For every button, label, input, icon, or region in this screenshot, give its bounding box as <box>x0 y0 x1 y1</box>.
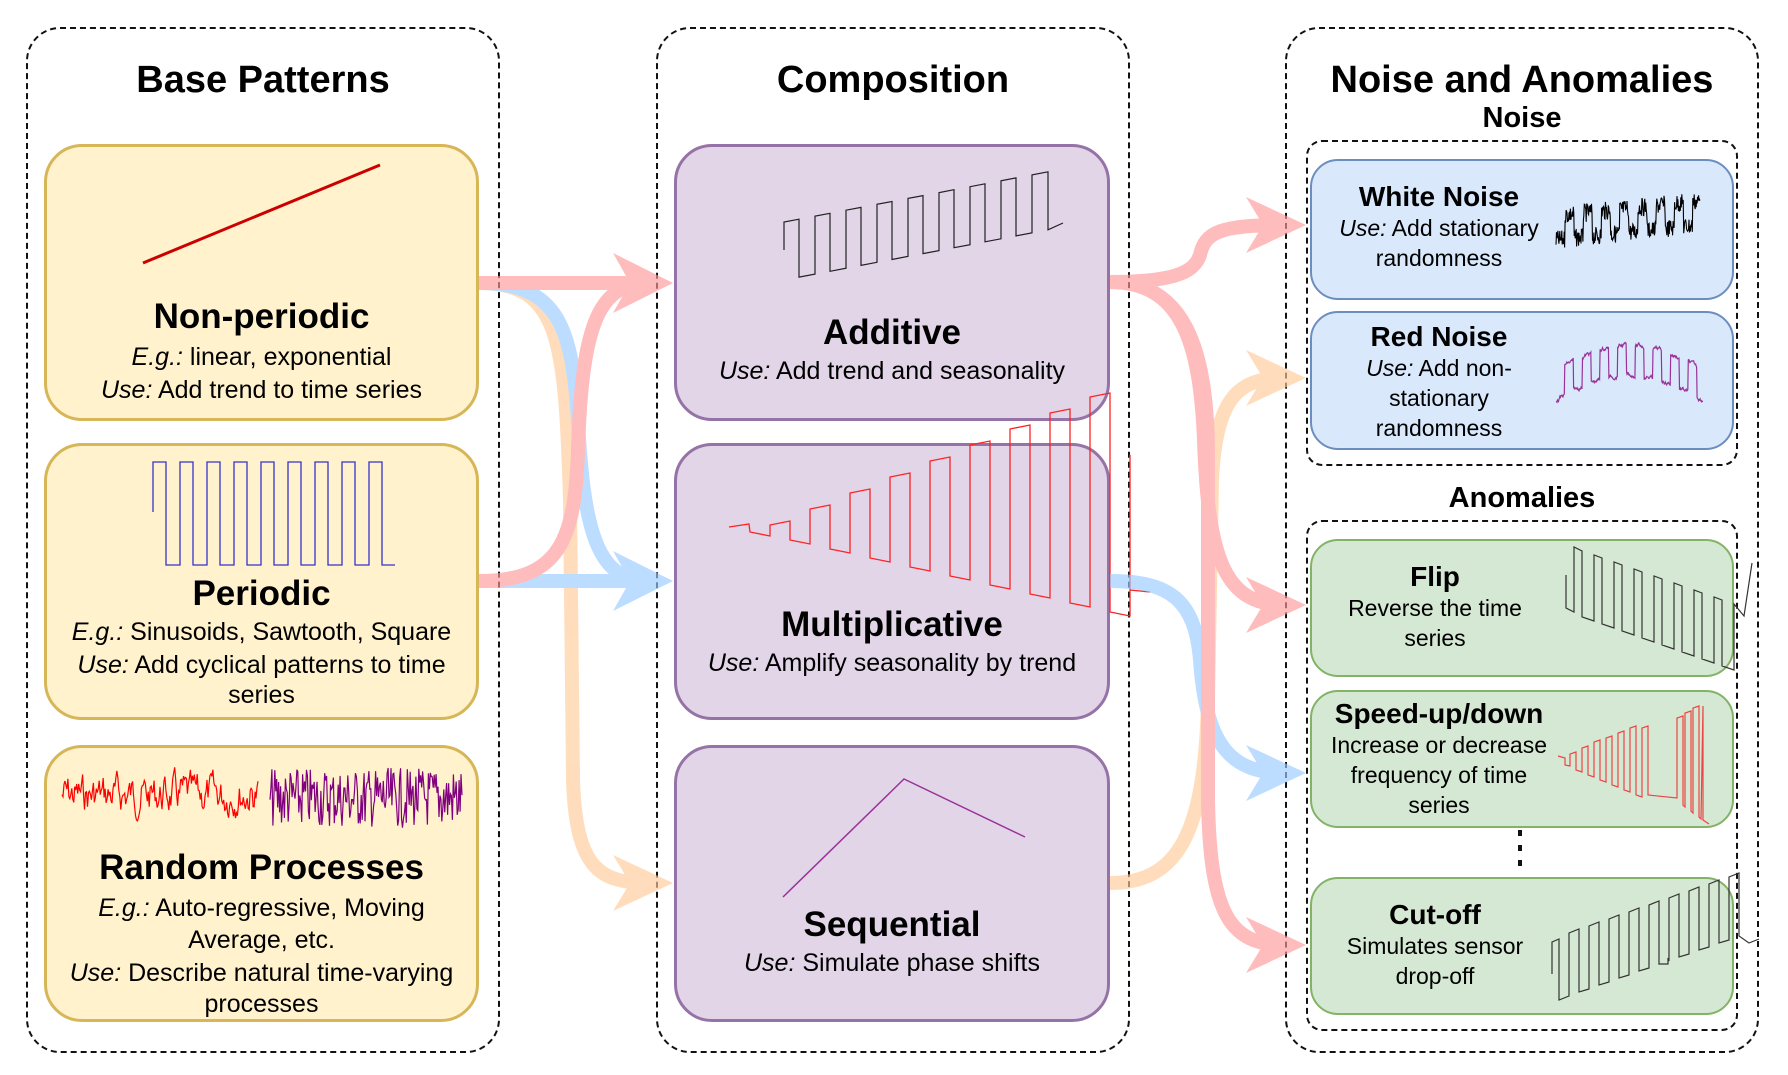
eg-text: Auto-regressive, Moving <box>149 894 425 922</box>
speed-up-down-box: Speed-up/down Increase or decrease frequ… <box>1310 690 1734 828</box>
box-title: Speed-up/down <box>1334 698 1544 729</box>
periodic-box: Periodic E.g.: Sinusoids, Sawtooth, Squa… <box>44 443 479 720</box>
box-example: E.g.: Sinusoids, Sawtooth, Square <box>47 616 476 649</box>
box-desc: Reverse the time <box>1348 595 1522 621</box>
cut-off-box: Cut-off Simulates sensor drop-off <box>1310 877 1734 1015</box>
box-text: White Noise Use: Add stationary randomne… <box>1312 181 1566 273</box>
arrow-additive-to-flip <box>1109 275 1286 612</box>
multiplicative-box: Multiplicative Use: Amplify seasonality … <box>674 443 1110 720</box>
box-title: White Noise <box>1358 181 1520 212</box>
eg-text: Sinusoids, Sawtooth, Square <box>123 618 452 646</box>
use-label: Use: <box>707 649 760 677</box>
use-label: Use: <box>77 651 129 679</box>
box-example: E.g.: Auto-regressive, Moving <box>47 892 476 925</box>
white-noise-box: White Noise Use: Add stationary randomne… <box>1310 159 1734 300</box>
arrow-nonperiodic-to-sequential <box>478 276 651 890</box>
use-text: Add trend to time series <box>152 376 422 404</box>
box-use-cont: randomness <box>1375 415 1503 441</box>
box-text: Speed-up/down Increase or decrease frequ… <box>1312 698 1566 820</box>
box-use: Use: Add cyclical patterns to time <box>47 649 476 682</box>
box-desc: Simulates sensor <box>1346 933 1524 959</box>
eg-label: E.g.: <box>98 894 150 922</box>
box-use: Use: Add trend and seasonality <box>677 355 1107 388</box>
additive-box: Additive Use: Add trend and seasonality <box>674 144 1110 421</box>
box-use-cont: series <box>228 681 295 709</box>
use-text: Add cyclical patterns to time <box>128 651 446 679</box>
box-title: Additive <box>822 313 962 352</box>
box-title: Sequential <box>803 905 981 944</box>
eg-label: E.g.: <box>131 343 183 371</box>
anomalies-subtitle: Anomalies <box>1448 482 1596 514</box>
box-title: Non-periodic <box>153 297 370 336</box>
arrow-additive-to-cutoff <box>1109 275 1286 952</box>
box-text: Cut-off Simulates sensor drop-off <box>1312 899 1558 991</box>
use-label: Use: <box>1366 355 1414 381</box>
sequential-box: Sequential Use: Simulate phase shifts <box>674 745 1110 1022</box>
arrow-multiplicative-to-speed <box>1109 574 1286 780</box>
box-text: Red Noise Use: Add non- stationary rando… <box>1312 321 1566 443</box>
box-use: Use: Describe natural time-varying <box>47 957 476 990</box>
box-title: Flip <box>1410 561 1460 592</box>
eg-label: E.g.: <box>71 618 124 646</box>
box-desc-cont: frequency of time <box>1350 762 1528 788</box>
box-title: Red Noise <box>1370 321 1508 352</box>
box-use: Use: Simulate phase shifts <box>677 947 1107 980</box>
box-example: E.g.: linear, exponential <box>47 341 476 374</box>
use-label: Use: <box>718 357 771 385</box>
arrow-nonperiodic-to-multiplicative <box>478 276 651 588</box>
box-use-cont: stationary <box>1389 385 1489 411</box>
box-use-cont: randomness <box>1375 245 1503 271</box>
use-text: Amplify seasonality by trend <box>759 649 1077 677</box>
use-label: Use: <box>1339 215 1387 241</box>
panel-title: Composition <box>776 59 1010 101</box>
box-example-cont: Average, etc. <box>188 926 335 954</box>
ellipsis-dots <box>1518 830 1522 875</box>
eg-text: linear, exponential <box>182 343 392 371</box>
use-text: Add non- <box>1413 355 1512 381</box>
use-text: Simulate phase shifts <box>795 949 1040 977</box>
panel-title: Noise and Anomalies <box>1330 59 1714 101</box>
box-use-cont: processes <box>204 990 319 1018</box>
box-title: Random Processes <box>99 848 424 887</box>
box-use: Use: Amplify seasonality by trend <box>677 647 1107 680</box>
use-text: Describe natural time-varying <box>121 959 454 987</box>
arrow-additive-to-whitenoise <box>1109 218 1286 289</box>
box-desc-cont: series <box>1408 792 1470 818</box>
arrow-periodic-to-additive <box>478 276 651 588</box>
box-text: Flip Reverse the time series <box>1312 561 1558 653</box>
box-title: Cut-off <box>1389 899 1481 930</box>
box-desc-cont: series <box>1404 625 1466 651</box>
box-desc-cont: drop-off <box>1395 963 1475 989</box>
random-processes-box: Random Processes E.g.: Auto-regressive, … <box>44 745 479 1022</box>
use-label: Use: <box>101 376 153 404</box>
noise-subtitle: Noise <box>1482 102 1562 134</box>
non-periodic-box: Non-periodic E.g.: linear, exponential U… <box>44 144 479 421</box>
box-use: Use: Add non- <box>1312 353 1566 383</box>
box-use: Use: Add stationary <box>1312 213 1566 243</box>
use-label: Use: <box>69 959 122 987</box>
arrow-sequential-to-rednoise <box>1109 371 1286 890</box>
red-noise-box: Red Noise Use: Add non- stationary rando… <box>1310 311 1734 450</box>
box-desc: Increase or decrease <box>1330 732 1548 758</box>
use-label: Use: <box>744 949 796 977</box>
box-title: Multiplicative <box>781 605 1003 644</box>
flip-box: Flip Reverse the time series <box>1310 539 1734 677</box>
use-text: Add stationary <box>1386 215 1539 241</box>
box-title: Periodic <box>192 574 331 613</box>
box-use: Use: Add trend to time series <box>47 374 476 407</box>
panel-title: Base Patterns <box>136 59 390 101</box>
use-text: Add trend and seasonality <box>770 357 1066 385</box>
